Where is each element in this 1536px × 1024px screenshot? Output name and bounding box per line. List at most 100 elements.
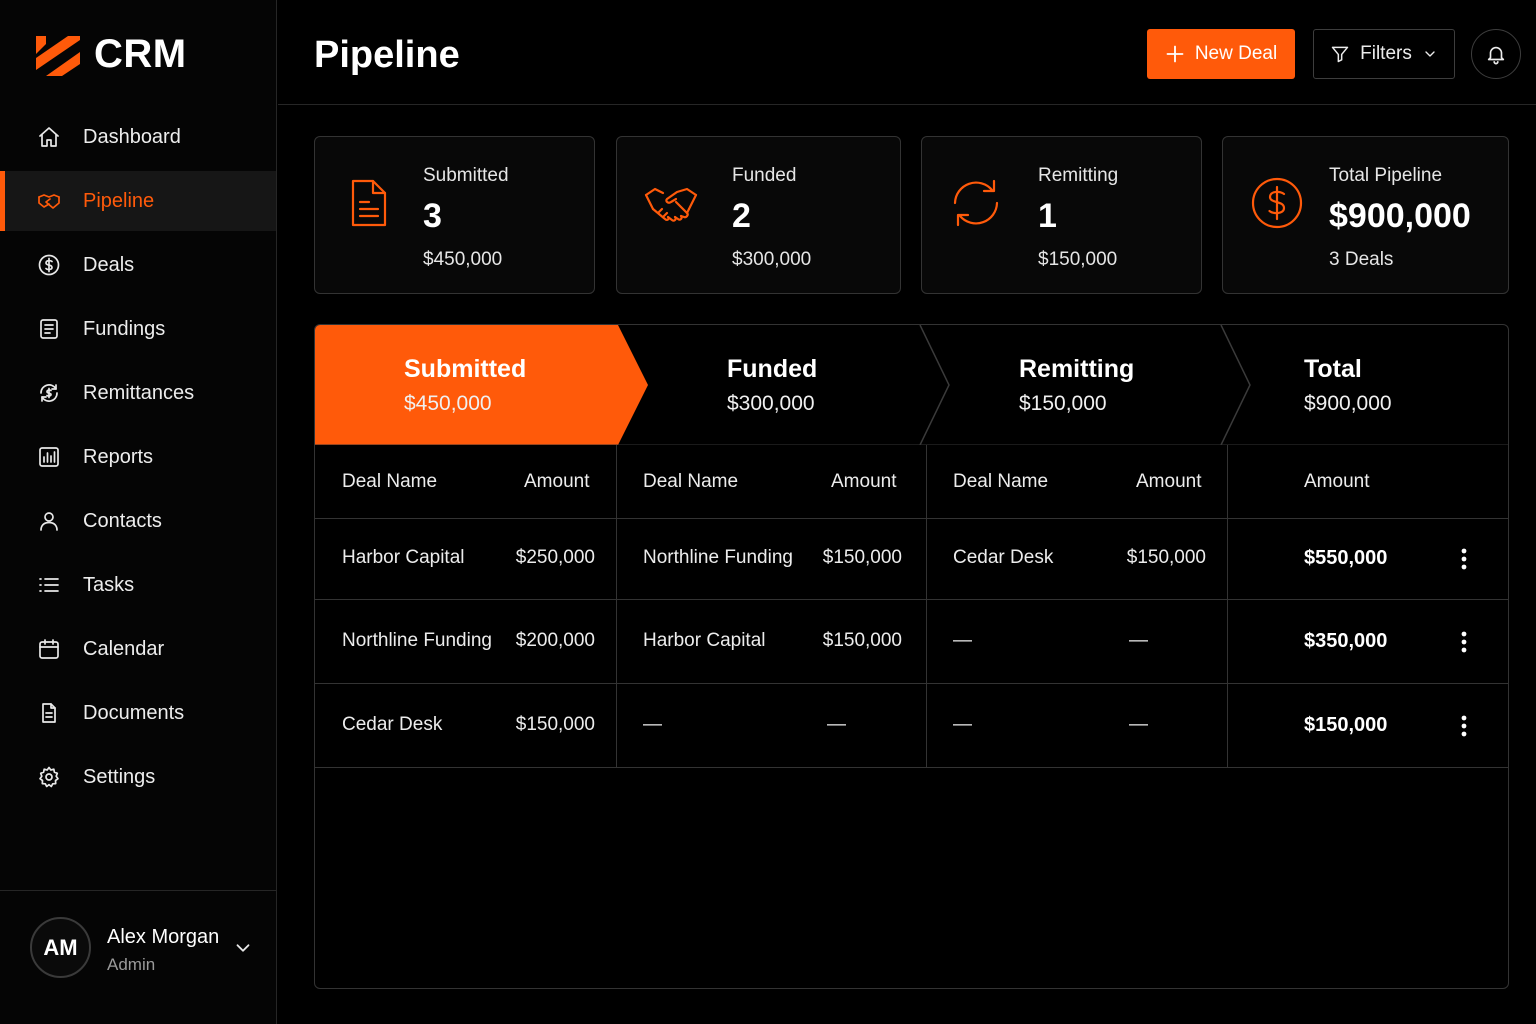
stat-label: Total Pipeline [1329, 165, 1443, 186]
pipeline-board: Submitted $450,000 Funded $300,000 Remit… [314, 324, 1509, 989]
deal-name[interactable]: Cedar Desk [953, 547, 1053, 569]
divider [315, 767, 1508, 768]
stat-value: 1 [1038, 197, 1057, 235]
stat-label: Submitted [423, 165, 509, 186]
logo-icon [36, 36, 80, 76]
deal-name[interactable]: Harbor Capital [643, 630, 766, 652]
divider [926, 445, 927, 768]
stage-amount: $300,000 [727, 392, 815, 415]
sidebar-item-remittances[interactable]: Remittances [0, 363, 276, 423]
document-icon [341, 175, 397, 231]
document-icon [36, 316, 62, 342]
deal-amount: — [1129, 714, 1148, 735]
page-title: Pipeline [314, 34, 460, 76]
stage-remitting[interactable]: Remitting $150,000 [1019, 355, 1134, 416]
stage-name: Total [1304, 355, 1362, 383]
deal-name[interactable]: Northline Funding [342, 630, 492, 652]
sidebar-item-label: Documents [83, 701, 185, 724]
stage-submitted[interactable]: Submitted $450,000 [404, 355, 526, 416]
sidebar-item-label: Fundings [83, 317, 166, 340]
pipeline-stages: Submitted $450,000 Funded $300,000 Remit… [315, 325, 1508, 445]
sidebar-item-label: Remittances [83, 381, 195, 404]
row-total: $150,000 [1304, 714, 1388, 736]
avatar[interactable]: AM [30, 917, 91, 978]
column-header-amount: Amount [524, 471, 590, 492]
filter-icon [1331, 46, 1349, 63]
handshake-icon [643, 175, 699, 231]
sidebar-item-contacts[interactable]: Contacts [0, 491, 276, 551]
bell-icon [1487, 46, 1505, 65]
column-header-deal-name: Deal Name [342, 471, 438, 492]
sidebar-item-pipeline[interactable]: Pipeline [0, 171, 276, 231]
deal-name: — [643, 714, 662, 735]
stat-value: 3 [423, 197, 442, 235]
deal-name[interactable]: Cedar Desk [342, 714, 442, 736]
column-header-amount: Amount [831, 471, 897, 492]
sidebar-item-calendar[interactable]: Calendar [0, 619, 276, 679]
sidebar-item-label: Calendar [83, 637, 165, 660]
stat-card-funded[interactable]: Funded 2 $300,000 [616, 136, 901, 294]
sidebar-item-documents[interactable]: Documents [0, 683, 276, 743]
stat-sub: $300,000 [732, 249, 812, 270]
deal-name: — [953, 630, 972, 651]
more-options-icon[interactable] [1452, 545, 1476, 573]
home-icon [36, 124, 62, 150]
deal-amount: $150,000 [515, 714, 595, 735]
sidebar-item-reports[interactable]: Reports [0, 427, 276, 487]
stage-name: Funded [727, 355, 818, 383]
sidebar: CRM Dashboard Pipeline Deals Fundings Re… [0, 0, 277, 1024]
sidebar-item-fundings[interactable]: Fundings [0, 299, 276, 359]
stat-sub: $150,000 [1038, 249, 1118, 270]
chevron-down-icon[interactable] [232, 937, 254, 959]
column-header-deal-name: Deal Name [953, 471, 1049, 492]
list-icon [36, 572, 62, 598]
page-header: Pipeline New Deal Filters [278, 0, 1536, 105]
stat-card-submitted[interactable]: Submitted 3 $450,000 [314, 136, 595, 294]
refresh-icon [948, 175, 1004, 231]
notifications-button[interactable] [1471, 29, 1521, 79]
sidebar-item-dashboard[interactable]: Dashboard [0, 107, 276, 167]
divider [315, 518, 1508, 519]
sidebar-item-tasks[interactable]: Tasks [0, 555, 276, 615]
deal-amount: — [827, 714, 846, 735]
stage-funded[interactable]: Funded $300,000 [727, 355, 817, 416]
stage-amount: $900,000 [1304, 392, 1392, 415]
stage-total[interactable]: Total $900,000 [1304, 355, 1392, 416]
bar-chart-icon [36, 444, 62, 470]
plus-icon [1166, 45, 1184, 63]
deal-name[interactable]: Northline Funding [643, 547, 793, 569]
user-role: Admin [107, 955, 156, 974]
more-options-icon[interactable] [1452, 628, 1476, 656]
stage-amount: $150,000 [1019, 392, 1107, 415]
stat-sub: 3 Deals [1329, 249, 1394, 270]
deal-amount: $250,000 [515, 547, 595, 568]
column-header-deal-name: Deal Name [643, 471, 739, 492]
sidebar-item-label: Settings [83, 765, 156, 788]
deal-name[interactable]: Harbor Capital [342, 547, 465, 569]
stat-label: Remitting [1038, 165, 1119, 186]
stat-card-total-pipeline[interactable]: Total Pipeline $900,000 3 Deals [1222, 136, 1509, 294]
filters-button[interactable]: Filters [1313, 29, 1455, 79]
deal-amount: $150,000 [822, 547, 902, 568]
logo-text: CRM [94, 31, 187, 76]
stage-name: Remitting [1019, 355, 1135, 383]
sidebar-item-deals[interactable]: Deals [0, 235, 276, 295]
stage-amount: $450,000 [404, 392, 492, 415]
more-options-icon[interactable] [1452, 712, 1476, 740]
user-name: Alex Morgan [107, 926, 220, 948]
deal-name: — [953, 714, 972, 735]
divider [315, 599, 1508, 600]
filters-label: Filters [1360, 43, 1412, 64]
row-total: $550,000 [1304, 547, 1388, 569]
stat-value: $900,000 [1329, 197, 1471, 235]
sidebar-item-settings[interactable]: Settings [0, 747, 276, 807]
divider [616, 445, 617, 768]
stat-card-remitting[interactable]: Remitting 1 $150,000 [921, 136, 1202, 294]
column-header-amount: Amount [1136, 471, 1202, 492]
new-deal-button[interactable]: New Deal [1147, 29, 1295, 79]
user-menu[interactable]: AM Alex Morgan Admin [0, 890, 276, 1024]
new-deal-label: New Deal [1194, 43, 1278, 64]
logo[interactable]: CRM [34, 30, 187, 78]
stat-value: 2 [732, 197, 751, 235]
dollar-circle-icon [1249, 175, 1305, 231]
